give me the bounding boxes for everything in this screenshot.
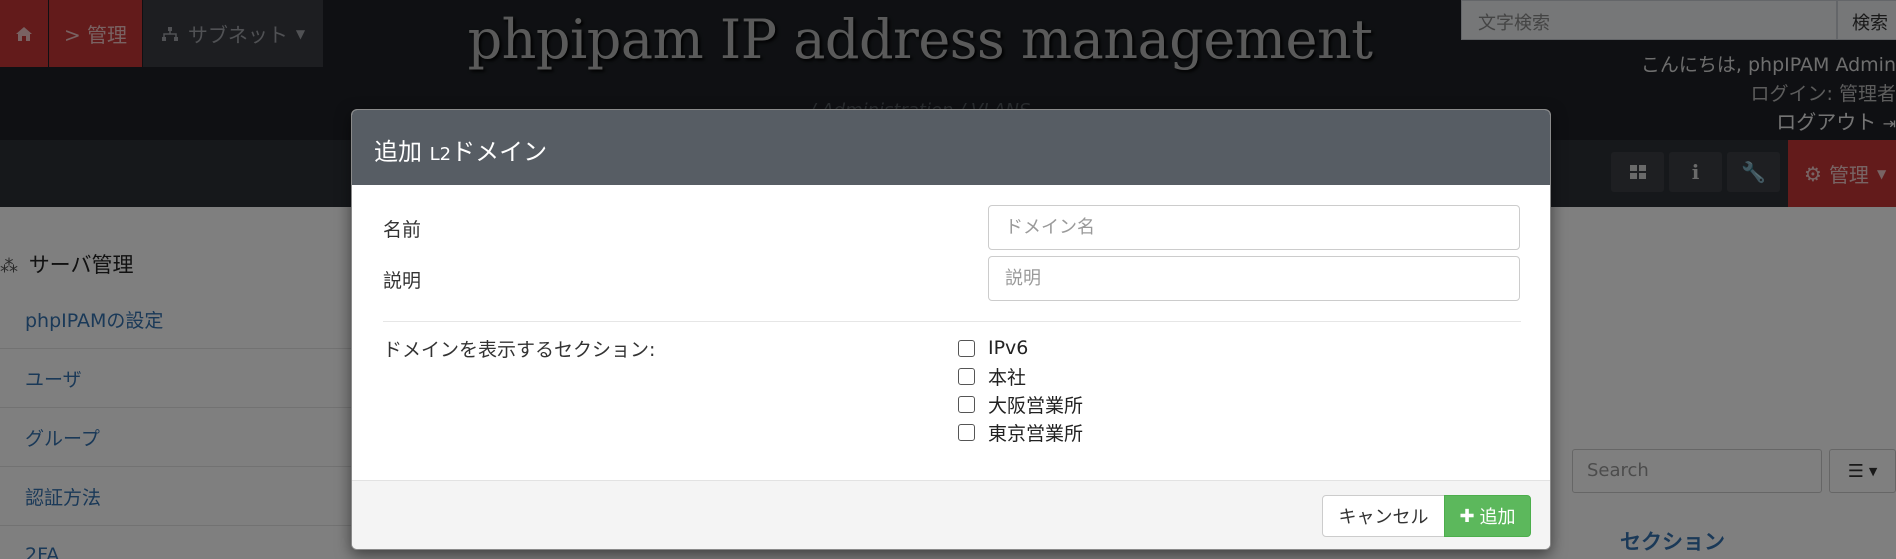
checkbox[interactable] (958, 395, 975, 413)
section-option-tokyo[interactable]: 東京営業所 (958, 419, 1083, 445)
cancel-button[interactable]: キャンセル (1322, 495, 1445, 537)
description-input[interactable] (988, 256, 1520, 301)
section-option-label: 本社 (988, 366, 1027, 389)
divider (383, 321, 1521, 322)
add-button-label: 追加 (1479, 507, 1516, 528)
section-option-label: IPv6 (988, 337, 1029, 359)
checkbox[interactable] (958, 423, 975, 441)
add-button[interactable]: ✚ 追加 (1444, 495, 1531, 537)
sections-label: ドメインを表示するセクション: (383, 339, 656, 361)
section-option-osaka[interactable]: 大阪営業所 (958, 391, 1083, 417)
domain-name-input[interactable] (988, 205, 1520, 250)
checkbox[interactable] (958, 339, 975, 357)
modal-title-suffix: ドメイン (451, 138, 548, 166)
modal-footer: キャンセル ✚ 追加 (352, 480, 1550, 549)
section-option-label: 東京営業所 (988, 422, 1084, 445)
checkbox[interactable] (958, 367, 975, 385)
modal-body: 名前 説明 ドメインを表示するセクション: IPv6 本社 大阪営業所 東京営業… (352, 185, 1550, 480)
section-option-label: 大阪営業所 (988, 394, 1084, 417)
add-l2-domain-modal: 追加 L2ドメイン 名前 説明 ドメインを表示するセクション: IPv6 本社 … (351, 109, 1551, 550)
plus-icon: ✚ (1459, 505, 1475, 527)
section-option-hq[interactable]: 本社 (958, 363, 1026, 389)
section-option-ipv6[interactable]: IPv6 (958, 335, 1028, 361)
name-label: 名前 (383, 219, 422, 241)
modal-title-prefix: 追加 (374, 138, 422, 166)
modal-title-l2: L2 (429, 144, 452, 165)
description-label: 説明 (383, 270, 422, 292)
modal-header: 追加 L2ドメイン (352, 110, 1550, 185)
